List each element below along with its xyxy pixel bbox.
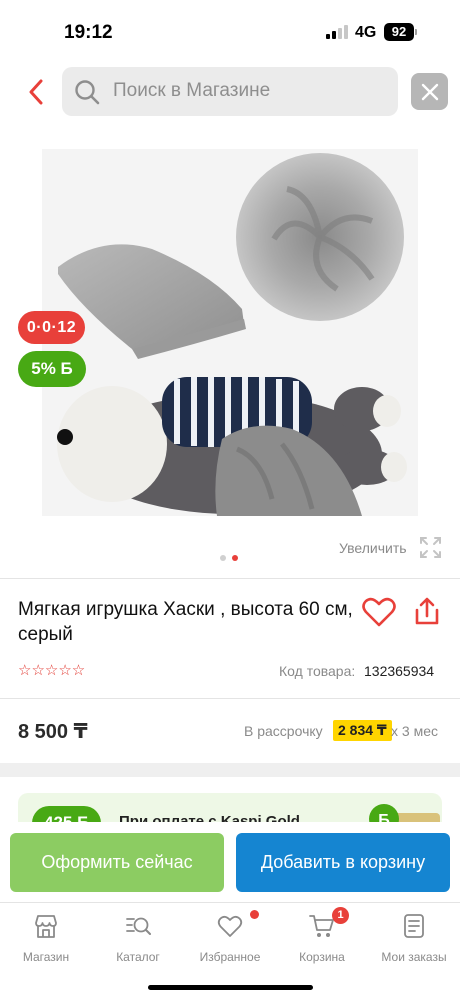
nav-item-store[interactable]: Магазин bbox=[0, 909, 92, 967]
catalog-search-icon bbox=[126, 917, 151, 935]
search-icon bbox=[75, 80, 100, 105]
product-photo bbox=[57, 153, 407, 516]
search-placeholder: Поиск в Магазине bbox=[113, 80, 271, 101]
installment-label: В рассрочку bbox=[244, 723, 323, 739]
gallery-dot-active[interactable] bbox=[232, 555, 238, 561]
expand-icon[interactable] bbox=[419, 536, 442, 559]
action-bar: Оформить сейчас Добавить в корзину bbox=[0, 822, 460, 902]
nav-label-store: Магазин bbox=[22, 950, 70, 964]
nav-item-catalog[interactable]: Каталог bbox=[92, 909, 184, 967]
bonus-badge: 5% Б bbox=[18, 351, 86, 387]
divider bbox=[0, 698, 460, 699]
close-button[interactable] bbox=[411, 73, 448, 110]
nav-item-cart[interactable]: 1 Корзина bbox=[276, 907, 368, 967]
favorites-indicator-dot bbox=[250, 910, 259, 919]
gallery-pagination bbox=[220, 555, 242, 561]
divider bbox=[0, 578, 460, 579]
product-image[interactable] bbox=[42, 149, 418, 516]
network-label: 4G bbox=[355, 24, 377, 41]
sku-value: 132365934 bbox=[364, 663, 435, 679]
search-input[interactable]: Поиск в Магазине bbox=[62, 67, 398, 116]
installment-amount: 2 834 ₸ bbox=[333, 720, 392, 741]
nav-item-orders[interactable]: Мои заказы bbox=[368, 909, 460, 967]
cart-count-badge: 1 bbox=[332, 907, 349, 924]
product-title: Мягкая игрушка Хаски , высота 60 см, сер… bbox=[18, 599, 353, 645]
store-icon bbox=[35, 915, 57, 938]
installment-period: х 3 мес bbox=[391, 723, 438, 739]
section-separator bbox=[0, 763, 460, 777]
orders-icon bbox=[404, 914, 424, 938]
product-price: 8 500 ₸ bbox=[18, 721, 88, 743]
heart-icon bbox=[217, 915, 243, 937]
nav-label-catalog: Каталог bbox=[116, 950, 160, 964]
status-time: 19:12 bbox=[64, 22, 113, 43]
order-now-button[interactable]: Оформить сейчас bbox=[10, 833, 224, 892]
close-icon bbox=[421, 83, 438, 100]
sku-label: Код товара: bbox=[279, 663, 356, 679]
battery-tip bbox=[415, 29, 417, 35]
heart-icon[interactable] bbox=[362, 596, 396, 628]
nav-item-favorites[interactable]: Избранное bbox=[184, 909, 276, 967]
chevron-left-icon bbox=[29, 79, 43, 105]
add-to-cart-button[interactable]: Добавить в корзину bbox=[236, 833, 450, 892]
signal-icon bbox=[326, 25, 348, 39]
home-indicator bbox=[148, 985, 313, 990]
installment-badge: 0·0·12 bbox=[18, 311, 85, 344]
rating-stars[interactable]: ☆☆☆☆☆ bbox=[18, 661, 85, 679]
status-bar: 19:12 4G 92 bbox=[0, 0, 460, 60]
battery-icon: 92 bbox=[384, 23, 414, 41]
cart-icon bbox=[309, 915, 334, 937]
zoom-button[interactable]: Увеличить bbox=[339, 540, 407, 556]
nav-label-cart: Корзина bbox=[299, 950, 345, 964]
gallery-dot[interactable] bbox=[220, 555, 226, 561]
nav-label-favorites: Избранное bbox=[199, 950, 261, 964]
back-button[interactable] bbox=[18, 72, 54, 112]
nav-label-orders: Мои заказы bbox=[381, 950, 447, 964]
share-icon[interactable] bbox=[413, 596, 441, 626]
